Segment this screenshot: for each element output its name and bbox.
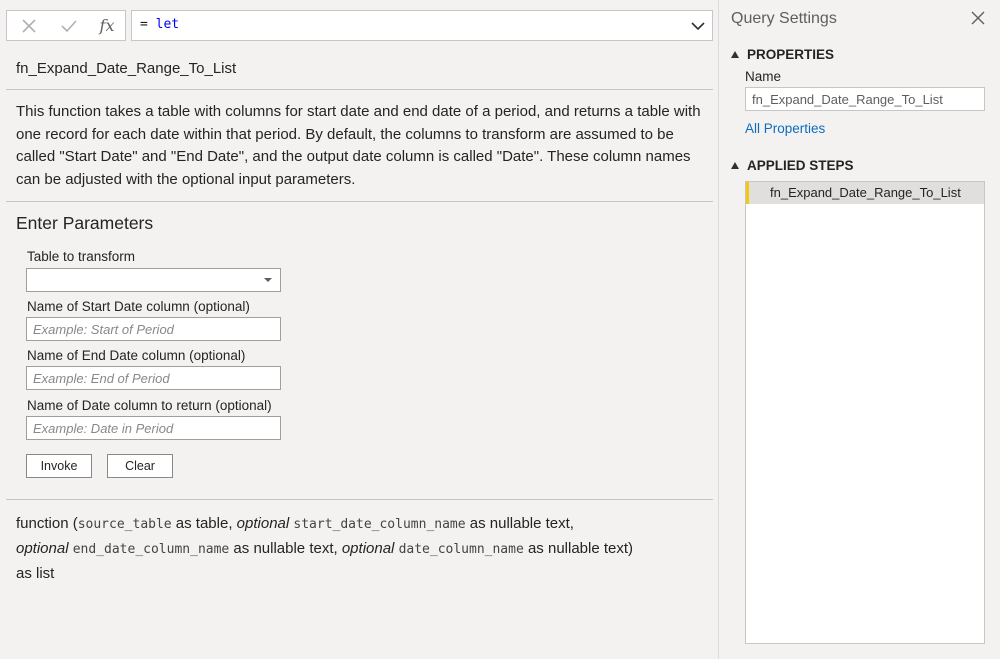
formula-bar-buttons: fx — [6, 10, 126, 41]
table-label: Table to transform — [27, 249, 136, 264]
end-date-label: Name of End Date column (optional) — [27, 348, 246, 363]
collapse-triangle-icon — [731, 162, 739, 169]
divider — [6, 201, 713, 202]
query-settings-pane: Query Settings PROPERTIES Name All Prope… — [718, 0, 1000, 659]
applied-steps-list: fn_Expand_Date_Range_To_List — [745, 181, 985, 644]
cancel-formula-button[interactable] — [11, 11, 47, 40]
all-properties-link[interactable]: All Properties — [745, 121, 825, 136]
function-signature: function (source_table as table, optiona… — [16, 515, 634, 582]
start-date-input[interactable] — [26, 317, 281, 341]
commit-formula-button[interactable] — [51, 11, 87, 40]
function-name: fn_Expand_Date_Range_To_List — [16, 60, 237, 77]
chevron-down-icon[interactable] — [690, 19, 706, 33]
clear-button[interactable]: Clear — [107, 454, 173, 478]
collapse-triangle-icon — [731, 51, 739, 58]
end-date-input[interactable] — [26, 366, 281, 390]
insert-function-button[interactable]: fx — [89, 11, 125, 40]
formula-text: = let — [140, 17, 180, 32]
query-settings-title: Query Settings — [731, 10, 837, 27]
x-icon — [22, 18, 36, 33]
dropdown-arrow-icon — [264, 278, 272, 282]
invoke-button[interactable]: Invoke — [26, 454, 92, 478]
date-column-label: Name of Date column to return (optional) — [27, 398, 272, 413]
name-label: Name — [745, 69, 782, 84]
main-pane: fx = let fn_Expand_Date_Range_To_List Th… — [0, 0, 718, 659]
function-description: This function takes a table with columns… — [16, 103, 701, 188]
table-select[interactable] — [26, 268, 281, 292]
applied-step-item[interactable]: fn_Expand_Date_Range_To_List — [746, 182, 984, 204]
query-name-input[interactable] — [745, 87, 985, 111]
applied-step-label: fn_Expand_Date_Range_To_List — [770, 185, 961, 200]
formula-input[interactable]: = let — [131, 10, 713, 41]
formula-keyword: let — [155, 17, 180, 32]
properties-header[interactable]: PROPERTIES — [731, 47, 834, 62]
divider — [6, 89, 713, 90]
parameters-title: Enter Parameters — [16, 213, 154, 233]
start-date-label: Name of Start Date column (optional) — [27, 299, 250, 314]
fx-icon: fx — [99, 16, 115, 35]
date-column-input[interactable] — [26, 416, 281, 440]
check-icon — [61, 19, 77, 32]
close-icon[interactable] — [970, 10, 986, 26]
divider — [6, 499, 713, 500]
applied-steps-header[interactable]: APPLIED STEPS — [731, 158, 854, 173]
